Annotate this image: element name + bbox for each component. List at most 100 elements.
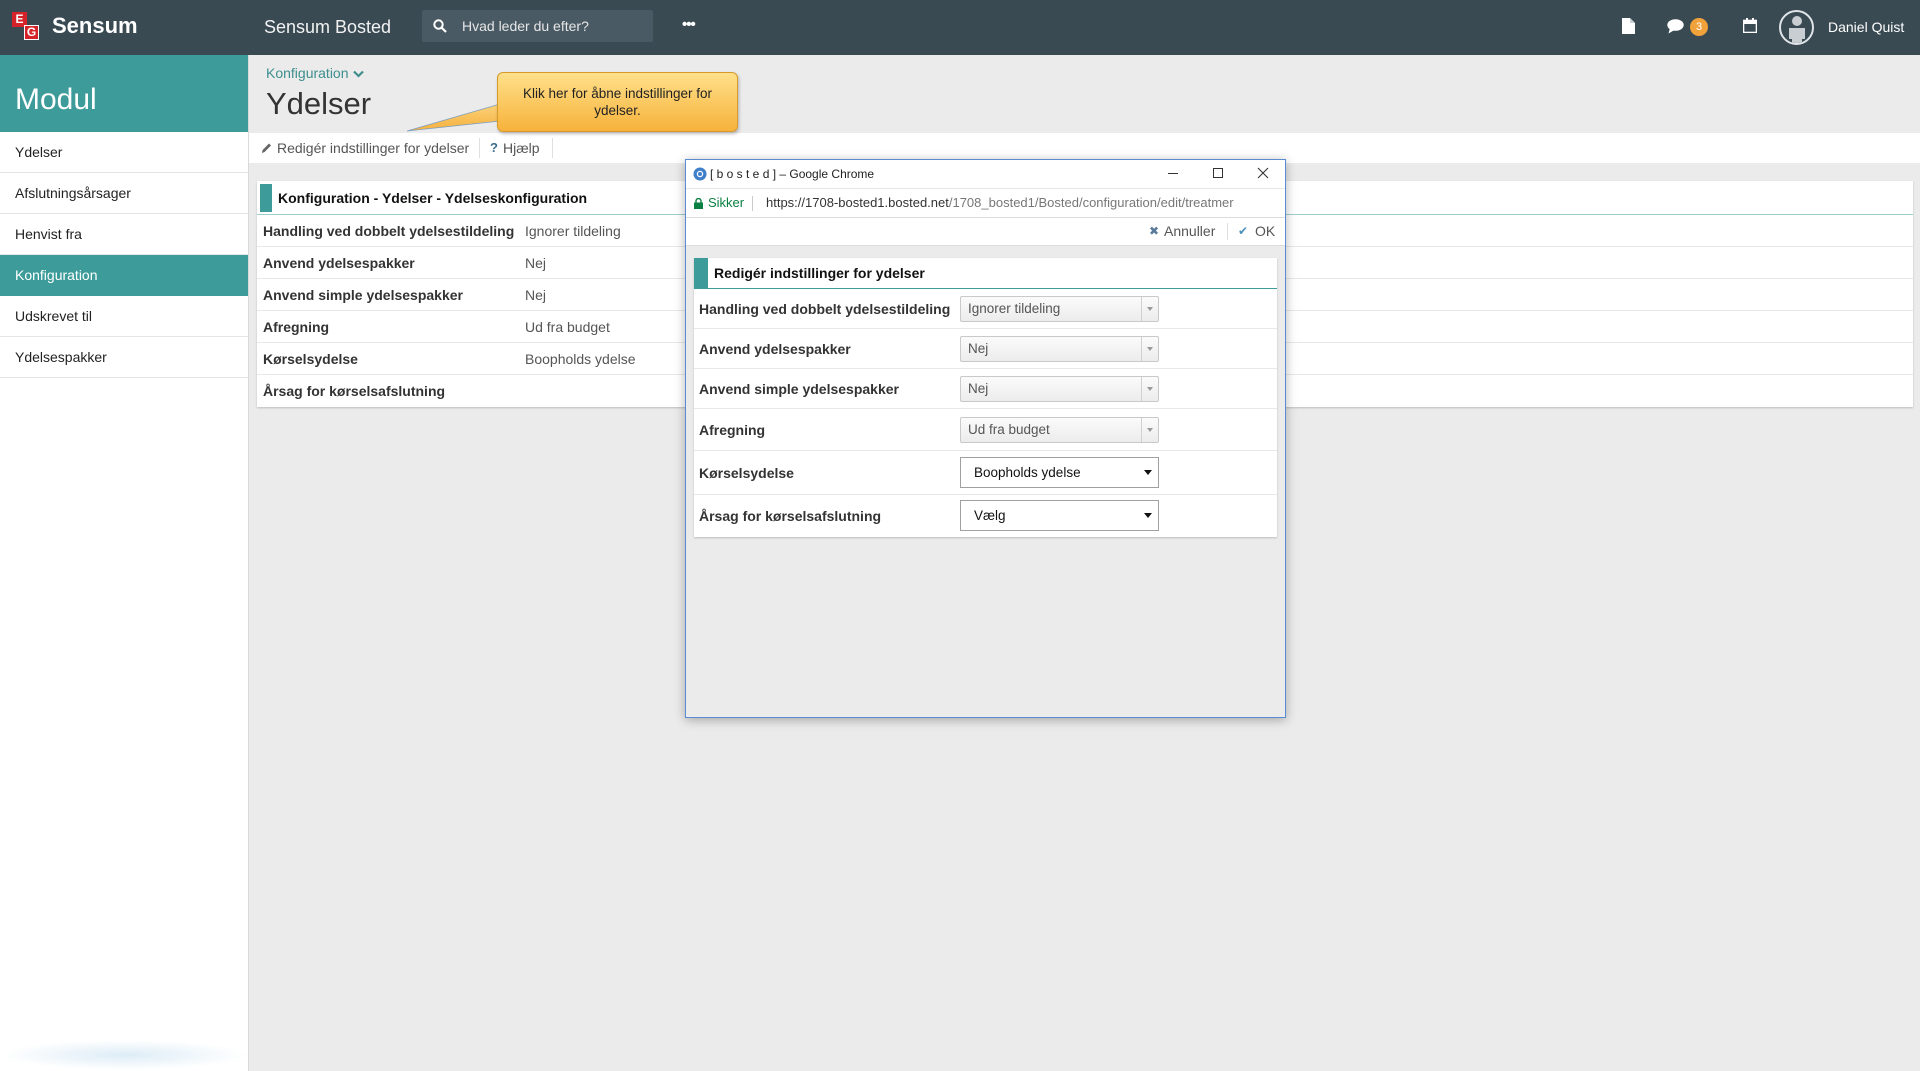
row-label: Anvend ydelsespakker bbox=[263, 255, 415, 271]
panel-title: Konfiguration - Ydelser - Ydelseskonfigu… bbox=[278, 190, 588, 206]
form-row: Handling ved dobbelt ydelsestildeling Ig… bbox=[694, 289, 1277, 329]
select-value: Ud fra budget bbox=[968, 422, 1050, 437]
top-navigation-bar: E G Sensum Sensum Bosted ••• 3 Daniel Qu… bbox=[0, 0, 1920, 55]
select-value: Vælg bbox=[974, 508, 1006, 523]
dropdown-arrow-icon[interactable] bbox=[1141, 337, 1158, 361]
cancel-icon[interactable] bbox=[1149, 218, 1159, 245]
more-menu-button[interactable]: ••• bbox=[682, 0, 696, 50]
settlement-select[interactable]: Ud fra budget bbox=[960, 417, 1159, 443]
dropdown-arrow-icon[interactable] bbox=[1144, 470, 1152, 475]
field-label: Anvend simple ydelsespakker bbox=[699, 381, 899, 397]
field-label: Kørselsydelse bbox=[699, 465, 794, 481]
dropdown-arrow-icon[interactable] bbox=[1144, 513, 1152, 518]
select-value: Nej bbox=[968, 381, 989, 396]
ok-button[interactable]: OK bbox=[1255, 218, 1275, 245]
panel-accent-bar bbox=[260, 184, 272, 212]
secure-label[interactable]: Sikker bbox=[708, 189, 744, 217]
search-icon[interactable] bbox=[433, 19, 447, 33]
user-name[interactable]: Daniel Quist bbox=[1828, 0, 1904, 55]
field-label: Handling ved dobbelt ydelsestildeling bbox=[699, 301, 951, 317]
row-value: Nej bbox=[525, 255, 547, 271]
row-label: Kørselsydelse bbox=[263, 351, 358, 367]
row-label: Anvend simple ydelsespakker bbox=[263, 287, 463, 303]
sidebar-item-afslutningsaarsager[interactable]: Afslutningsårsager bbox=[0, 173, 248, 214]
logo-mark-g: G bbox=[24, 25, 39, 40]
page-title: Ydelser bbox=[266, 86, 372, 121]
chrome-icon bbox=[693, 167, 707, 181]
sidebar-item-udskrevet-til[interactable]: Udskrevet til bbox=[0, 296, 248, 337]
row-label: Handling ved dobbelt ydelsestildeling bbox=[263, 223, 515, 239]
form-title: Redigér indstillinger for ydelser bbox=[714, 265, 925, 281]
action-divider bbox=[1227, 223, 1228, 240]
breadcrumb[interactable]: Konfiguration bbox=[266, 64, 364, 82]
sidebar-glow bbox=[0, 1040, 249, 1070]
edit-popup-window: [ b o s t e d ] – Google Chrome Sikker h… bbox=[685, 159, 1286, 718]
form-row: Kørselsydelse Boopholds ydelse bbox=[694, 451, 1277, 495]
chat-icon[interactable] bbox=[1667, 19, 1684, 34]
form-row: Anvend ydelsespakker Nej bbox=[694, 329, 1277, 369]
lock-icon bbox=[694, 198, 703, 209]
field-label: Anvend ydelsespakker bbox=[699, 341, 851, 357]
cancel-button[interactable]: Annuller bbox=[1164, 218, 1215, 245]
field-label: Afregning bbox=[699, 422, 766, 438]
form-row: Anvend simple ydelsespakker Nej bbox=[694, 369, 1277, 409]
sidebar-item-konfiguration[interactable]: Konfiguration bbox=[0, 255, 248, 296]
double-assignment-select[interactable]: Ignorer tildeling bbox=[960, 296, 1159, 322]
tooltip-pointer bbox=[406, 103, 501, 132]
transport-end-reason-select[interactable]: Vælg bbox=[960, 500, 1159, 531]
module-sidebar: Modul Ydelser Afslutningsårsager Henvist… bbox=[0, 55, 249, 1071]
chevron-down-icon[interactable] bbox=[352, 70, 364, 78]
dropdown-arrow-icon[interactable] bbox=[1141, 377, 1158, 401]
transport-service-select[interactable]: Boopholds ydelse bbox=[960, 457, 1159, 488]
select-value: Nej bbox=[968, 341, 989, 356]
logo-text[interactable]: Sensum bbox=[52, 12, 138, 40]
toolbar-divider bbox=[479, 138, 480, 158]
dropdown-arrow-icon[interactable] bbox=[1141, 418, 1158, 442]
chat-badge: 3 bbox=[1690, 18, 1708, 36]
use-packages-select[interactable]: Nej bbox=[960, 336, 1159, 362]
url-host: https://1708-bosted1.bosted.net bbox=[766, 195, 949, 210]
toolbar-divider bbox=[552, 138, 553, 158]
row-label: Afregning bbox=[263, 319, 330, 335]
row-label: Årsag for kørselsafslutning bbox=[263, 383, 446, 399]
form-row: Afregning Ud fra budget bbox=[694, 409, 1277, 451]
row-value: Ud fra budget bbox=[525, 319, 610, 335]
address-divider bbox=[752, 196, 753, 211]
search-input[interactable] bbox=[462, 10, 648, 42]
calendar-icon[interactable] bbox=[1743, 18, 1757, 33]
document-icon[interactable] bbox=[1622, 18, 1635, 34]
close-icon[interactable] bbox=[1257, 167, 1269, 179]
search-box[interactable] bbox=[422, 10, 653, 42]
form-row: Årsag for kørselsafslutning Vælg bbox=[694, 495, 1277, 537]
maximize-icon[interactable] bbox=[1212, 167, 1224, 179]
address-bar[interactable]: Sikker https://1708-bosted1.bosted.net/1… bbox=[686, 188, 1285, 218]
dropdown-arrow-icon[interactable] bbox=[1141, 297, 1158, 321]
row-value: Nej bbox=[525, 287, 547, 303]
row-value: Boopholds ydelse bbox=[525, 351, 636, 367]
product-title[interactable]: Sensum Bosted bbox=[264, 0, 391, 55]
avatar-icon bbox=[1789, 16, 1805, 43]
eg-logo[interactable]: E G bbox=[12, 12, 40, 40]
sidebar-item-ydelsespakker[interactable]: Ydelsespakker bbox=[0, 337, 248, 378]
tooltip-text: Klik her for åbne indstillinger for ydel… bbox=[522, 86, 713, 118]
use-simple-packages-select[interactable]: Nej bbox=[960, 376, 1159, 402]
url-text[interactable]: https://1708-bosted1.bosted.net/1708_bos… bbox=[766, 189, 1284, 217]
window-title: [ b o s t e d ] – Google Chrome bbox=[710, 167, 875, 181]
pencil-icon[interactable] bbox=[261, 142, 272, 154]
edit-settings-form: Redigér indstillinger for ydelser Handli… bbox=[694, 258, 1277, 537]
popup-action-bar: Annuller OK bbox=[686, 218, 1285, 246]
select-value: Boopholds ydelse bbox=[974, 465, 1081, 480]
row-value: Ignorer tildeling bbox=[525, 223, 621, 239]
help-tooltip: Klik her for åbne indstillinger for ydel… bbox=[497, 72, 738, 132]
form-accent-bar bbox=[694, 258, 708, 288]
sidebar-item-henvist-fra[interactable]: Henvist fra bbox=[0, 214, 248, 255]
sidebar-item-ydelser[interactable]: Ydelser bbox=[0, 132, 248, 173]
url-path: /1708_bosted1/Bosted/configuration/edit/… bbox=[948, 195, 1234, 210]
window-title-bar[interactable]: [ b o s t e d ] – Google Chrome bbox=[686, 160, 1285, 188]
select-value: Ignorer tildeling bbox=[968, 301, 1061, 316]
minimize-icon[interactable] bbox=[1167, 167, 1179, 179]
avatar[interactable] bbox=[1779, 10, 1814, 45]
breadcrumb-label[interactable]: Konfiguration bbox=[266, 65, 349, 81]
form-header: Redigér indstillinger for ydelser bbox=[694, 258, 1277, 289]
ok-icon[interactable] bbox=[1238, 218, 1248, 245]
